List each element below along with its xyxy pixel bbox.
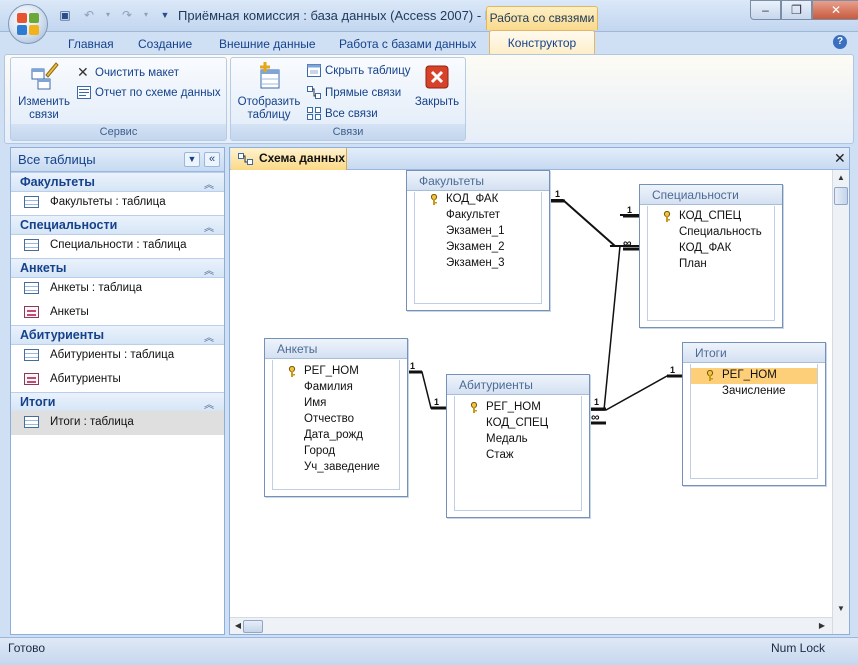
cardinality-one: 1 <box>555 189 561 199</box>
horizontal-scroll-thumb[interactable] <box>243 620 263 633</box>
vertical-scroll-thumb[interactable] <box>834 187 848 205</box>
status-bar: Готово Num Lock <box>0 637 858 665</box>
field-label: Город <box>304 445 336 457</box>
table-box-title: Анкеты <box>277 342 318 356</box>
field-label: Имя <box>304 397 327 409</box>
cardinality-many: ∞ <box>591 410 600 424</box>
cardinality-one: 1 <box>670 365 676 375</box>
table-box-header[interactable]: Абитуриенты <box>447 375 589 395</box>
field-row[interactable]: КОД_ФАК <box>648 241 774 257</box>
field-row[interactable]: КОД_ФАК <box>415 192 541 208</box>
field-label: Зачисление <box>722 385 786 397</box>
field-list: РЕГ_НОМ Зачисление <box>690 364 818 479</box>
field-row[interactable]: Специальность <box>648 225 774 241</box>
field-row[interactable]: Зачисление <box>691 384 817 400</box>
primary-key-icon <box>288 366 296 377</box>
field-label: Экзамен_3 <box>446 257 505 269</box>
office-button[interactable] <box>8 4 48 44</box>
status-text: Готово <box>8 641 46 655</box>
relationship-lines <box>408 199 682 425</box>
field-row[interactable]: Экзамен_1 <box>415 224 541 240</box>
cardinality-one: 1 <box>627 205 633 215</box>
office-logo-icon <box>17 13 39 35</box>
field-row[interactable]: РЕГ_НОМ <box>273 364 399 380</box>
table-box-header[interactable]: Факультеты <box>407 171 549 191</box>
table-box-fakultety[interactable]: Факультеты КОД_ФАК Факультет Экзамен_1 Э… <box>406 170 550 311</box>
field-row[interactable]: Дата_рожд <box>273 428 399 444</box>
table-box-specialnosti[interactable]: Специальности КОД_СПЕЦ Специальность КОД… <box>639 184 783 328</box>
num-lock-indicator: Num Lock <box>771 641 826 655</box>
field-list: РЕГ_НОМ КОД_СПЕЦ Медаль Стаж <box>454 396 582 511</box>
field-label: Фамилия <box>304 381 353 393</box>
primary-key-icon <box>706 370 714 381</box>
field-label: РЕГ_НОМ <box>722 369 777 381</box>
field-label: Специальность <box>679 226 762 238</box>
field-row[interactable]: Факультет <box>415 208 541 224</box>
field-list: КОД_ФАК Факультет Экзамен_1 Экзамен_2 Эк… <box>414 192 542 304</box>
field-label: РЕГ_НОМ <box>486 401 541 413</box>
field-label: Уч_заведение <box>304 461 380 473</box>
table-box-header[interactable]: Итоги <box>683 343 825 363</box>
field-label: Стаж <box>486 449 514 461</box>
primary-key-icon <box>663 211 671 222</box>
scroll-up-icon[interactable]: ▲ <box>833 173 849 182</box>
field-label: План <box>679 258 707 270</box>
field-label: КОД_СПЕЦ <box>486 417 549 429</box>
table-box-title: Итоги <box>695 346 727 360</box>
cardinality-one: 1 <box>434 397 440 407</box>
field-label: Дата_рожд <box>304 429 363 441</box>
field-row[interactable]: Медаль <box>455 432 581 448</box>
table-box-ankety[interactable]: Анкеты РЕГ_НОМ Фамилия Имя Отчество Дата… <box>264 338 408 497</box>
cardinality-one: 1 <box>594 397 600 407</box>
horizontal-scrollbar[interactable]: ◀ ▶ <box>230 617 832 634</box>
field-list: РЕГ_НОМ Фамилия Имя Отчество Дата_рожд Г… <box>272 360 400 490</box>
field-label: КОД_ФАК <box>446 193 499 205</box>
table-box-abiturienty[interactable]: Абитуриенты РЕГ_НОМ КОД_СПЕЦ Медаль Стаж <box>446 374 590 518</box>
field-label: КОД_ФАК <box>679 242 732 254</box>
field-list: КОД_СПЕЦ Специальность КОД_ФАК План <box>647 206 775 321</box>
field-label: Факультет <box>446 209 501 221</box>
vertical-scrollbar[interactable]: ▲ ▼ <box>832 170 849 634</box>
field-row[interactable]: Фамилия <box>273 380 399 396</box>
field-row[interactable]: Экзамен_3 <box>415 256 541 272</box>
field-label: Экзамен_2 <box>446 241 505 253</box>
field-label: КОД_СПЕЦ <box>679 210 742 222</box>
field-row[interactable]: Экзамен_2 <box>415 240 541 256</box>
field-row[interactable]: Город <box>273 444 399 460</box>
table-box-itogi[interactable]: Итоги РЕГ_НОМ Зачисление <box>682 342 826 486</box>
field-row[interactable]: КОД_СПЕЦ <box>648 209 774 225</box>
field-row[interactable]: Стаж <box>455 448 581 464</box>
table-box-header[interactable]: Анкеты <box>265 339 407 359</box>
scroll-down-icon[interactable]: ▼ <box>833 604 849 613</box>
field-row-selected[interactable]: РЕГ_НОМ <box>691 368 817 384</box>
field-row[interactable]: КОД_СПЕЦ <box>455 416 581 432</box>
cardinality-many: ∞ <box>623 236 632 250</box>
field-row[interactable]: РЕГ_НОМ <box>455 400 581 416</box>
cardinality-one: 1 <box>410 361 416 371</box>
field-row[interactable]: План <box>648 257 774 273</box>
field-row[interactable]: Отчество <box>273 412 399 428</box>
table-box-header[interactable]: Специальности <box>640 185 782 205</box>
primary-key-icon <box>470 402 478 413</box>
table-box-title: Факультеты <box>419 174 484 188</box>
field-label: Экзамен_1 <box>446 225 505 237</box>
field-label: Медаль <box>486 433 528 445</box>
field-row[interactable]: Уч_заведение <box>273 460 399 476</box>
primary-key-icon <box>430 194 438 205</box>
scroll-right-icon[interactable]: ▶ <box>814 621 830 630</box>
field-row[interactable]: Имя <box>273 396 399 412</box>
field-label: РЕГ_НОМ <box>304 365 359 377</box>
field-label: Отчество <box>304 413 354 425</box>
table-box-title: Специальности <box>652 188 739 202</box>
table-box-title: Абитуриенты <box>459 378 533 392</box>
